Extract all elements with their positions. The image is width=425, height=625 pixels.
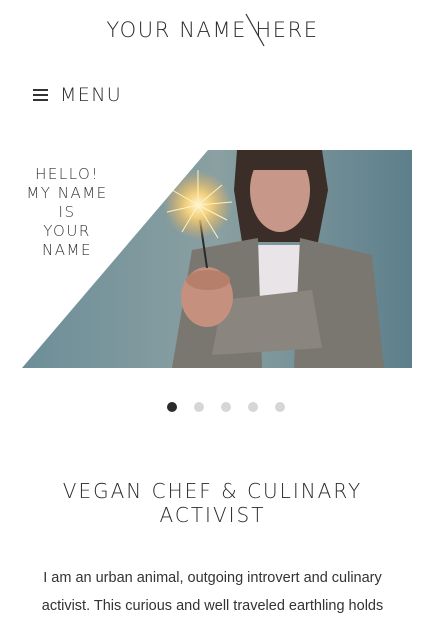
title-slash-decoration xyxy=(245,13,265,47)
paragraph-line: activist. This curious and well traveled… xyxy=(41,598,384,614)
carousel-dots xyxy=(167,402,285,412)
carousel-dot-2[interactable] xyxy=(194,402,204,412)
hero-slide: HELLO! MY NAME IS YOUR NAME xyxy=(22,150,412,368)
hamburger-icon xyxy=(33,88,48,102)
site-title[interactable]: YOUR NAME HERE xyxy=(0,18,425,42)
carousel-dot-5[interactable] xyxy=(275,402,285,412)
section-heading: VEGAN CHEF & CULINARY ACTIVIST xyxy=(0,479,425,527)
heading-line: ACTIVIST xyxy=(159,503,266,527)
heading-line: VEGAN CHEF & CULINARY xyxy=(62,479,363,503)
bio-paragraph: I am an urban animal, outgoing introvert… xyxy=(20,564,405,620)
hero-line: NAME xyxy=(42,241,92,259)
hero-line: IS xyxy=(58,203,76,221)
hero-line: HELLO! xyxy=(35,165,99,183)
hero-greeting: HELLO! MY NAME IS YOUR NAME xyxy=(22,165,112,260)
hero-line: MY NAME xyxy=(26,184,108,202)
carousel-dot-3[interactable] xyxy=(221,402,231,412)
carousel-dot-4[interactable] xyxy=(248,402,258,412)
paragraph-line: I am an urban animal, outgoing introvert… xyxy=(43,570,382,586)
carousel-dot-1[interactable] xyxy=(167,402,177,412)
menu-label: MENU xyxy=(60,84,123,106)
hero-line: YOUR xyxy=(43,222,91,240)
menu-toggle-button[interactable]: MENU xyxy=(33,84,122,106)
